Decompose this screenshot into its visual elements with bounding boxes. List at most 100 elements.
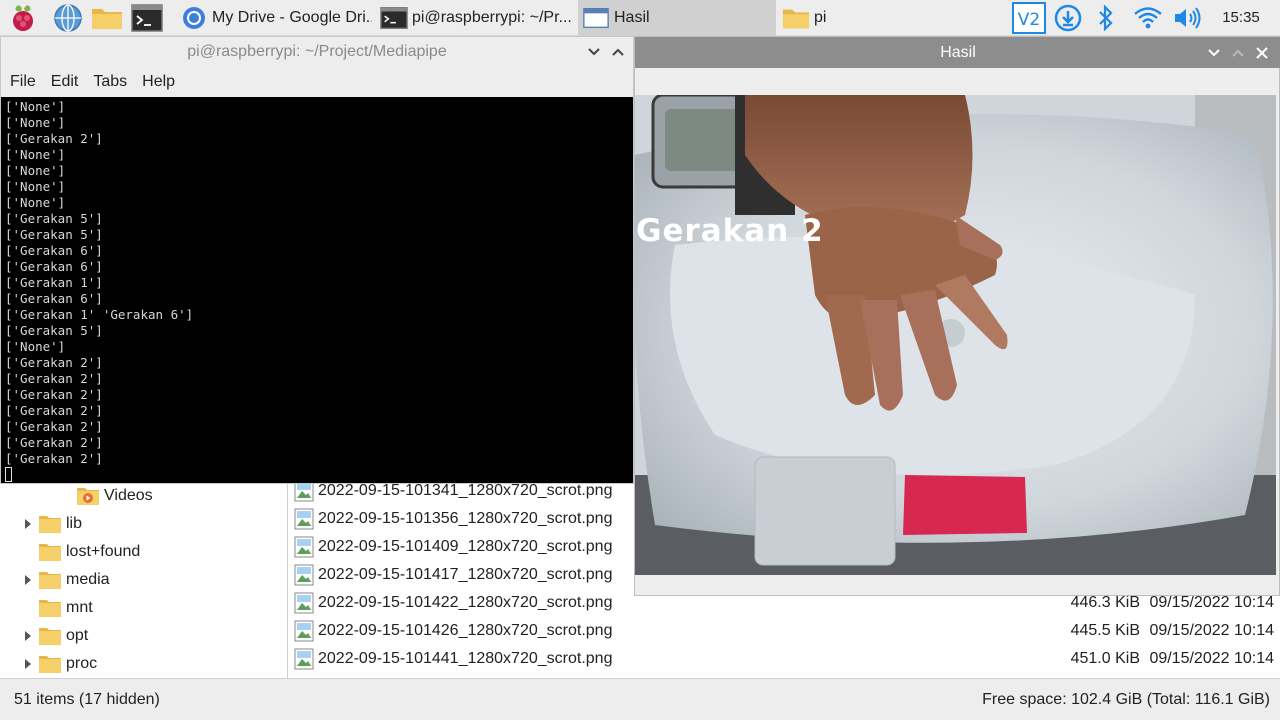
terminal-line: ['Gerakan 2']	[5, 403, 103, 418]
videos-folder-icon	[77, 488, 99, 505]
file-name: 2022-09-15-101441_1280x720_scrot.png	[318, 650, 613, 667]
folder-icon	[39, 544, 61, 561]
window-icon	[583, 7, 609, 29]
task-label: Hasil	[614, 9, 650, 26]
tree-item-opt[interactable]: opt	[0, 622, 280, 650]
folder-icon	[39, 656, 61, 673]
file-name: 2022-09-15-101409_1280x720_scrot.png	[318, 538, 613, 555]
tree-item-label: mnt	[66, 599, 93, 616]
menu-file[interactable]: File	[10, 73, 36, 91]
terminal-line: ['Gerakan 2']	[5, 387, 103, 402]
hasil-window: Hasil Gerakan 2	[634, 36, 1280, 596]
file-name: 2022-09-15-101426_1280x720_scrot.png	[318, 622, 613, 639]
task-chromium[interactable]: My Drive - Google Dri...	[176, 0, 372, 36]
expand-arrow-icon[interactable]	[24, 622, 34, 650]
terminal-line: ['None']	[5, 163, 66, 178]
list-item[interactable]: 2022-09-15-101441_1280x720_scrot.png 451…	[290, 645, 1280, 673]
terminal-window: pi@raspberrypi: ~/Project/Mediapipe File…	[0, 36, 634, 484]
file-name: 2022-09-15-101341_1280x720_scrot.png	[318, 484, 613, 499]
tree-item-videos[interactable]: Videos	[76, 482, 153, 510]
terminal-icon	[380, 7, 408, 29]
bluetooth-icon[interactable]	[1092, 2, 1120, 34]
terminal-line: ['Gerakan 5']	[5, 227, 103, 242]
image-file-icon	[294, 536, 314, 558]
terminal-cursor	[5, 467, 12, 482]
expand-arrow-icon[interactable]	[24, 566, 34, 594]
wifi-icon[interactable]	[1130, 2, 1166, 34]
image-file-icon	[294, 620, 314, 642]
minimize-button[interactable]	[1205, 44, 1223, 62]
tree-item-lost-found[interactable]: lost+found	[0, 538, 280, 566]
task-hasil[interactable]: Hasil	[578, 0, 776, 36]
terminal-line: ['None']	[5, 195, 66, 210]
expand-arrow-icon[interactable]	[24, 510, 34, 538]
tree-item-label: media	[66, 571, 110, 588]
image-toolbar	[635, 68, 1279, 95]
folder-icon	[39, 600, 61, 617]
tree-item-lib[interactable]: lib	[0, 510, 280, 538]
tree-item-mnt[interactable]: mnt	[0, 594, 280, 622]
terminal-line: ['Gerakan 2']	[5, 131, 103, 146]
close-icon	[1256, 47, 1268, 59]
web-browser-icon[interactable]	[51, 2, 85, 34]
minimize-button[interactable]	[585, 43, 603, 61]
vnc-icon[interactable]: V2	[1011, 2, 1047, 34]
maximize-button[interactable]	[1229, 44, 1247, 62]
file-name: 2022-09-15-101422_1280x720_scrot.png	[318, 594, 613, 611]
window-title[interactable]: Hasil	[635, 37, 1280, 68]
folder-icon	[782, 9, 810, 29]
volume-icon[interactable]	[1172, 2, 1204, 34]
tree-item-proc[interactable]: proc	[0, 650, 280, 678]
folder-tree: Videos lib lost+found media mnt opt proc	[0, 484, 288, 678]
terminal-output[interactable]: ['None'] ['None'] ['Gerakan 2'] ['None'] ['N…	[1, 97, 633, 483]
raspberry-menu-icon[interactable]	[6, 2, 40, 34]
task-label: My Drive - Google Dri...	[212, 9, 372, 26]
terminal-line: ['None']	[5, 339, 66, 354]
terminal-line: ['Gerakan 1' 'Gerakan 6']	[5, 307, 194, 322]
file-size: 446.3 KiB	[1070, 594, 1140, 611]
terminal-line: ['None']	[5, 99, 66, 114]
file-name: 2022-09-15-101356_1280x720_scrot.png	[318, 510, 613, 527]
folder-icon	[39, 516, 61, 533]
menu-tabs[interactable]: Tabs	[93, 73, 127, 91]
list-item[interactable]: 2022-09-15-101426_1280x720_scrot.png 445…	[290, 617, 1280, 645]
gesture-label: Gerakan 2	[636, 213, 824, 249]
task-pi-folder[interactable]: pi	[778, 0, 978, 36]
svg-text:V2: V2	[1018, 10, 1040, 30]
clock[interactable]: 15:35	[1214, 0, 1268, 36]
item-count: 51 items (17 hidden)	[14, 691, 160, 708]
file-name: 2022-09-15-101417_1280x720_scrot.png	[318, 566, 613, 583]
maximize-button[interactable]	[609, 43, 627, 61]
file-manager-icon[interactable]	[90, 2, 124, 34]
download-icon[interactable]	[1052, 2, 1084, 34]
chevron-up-icon	[1232, 49, 1244, 57]
menu-help[interactable]: Help	[142, 73, 175, 91]
tree-item-label: proc	[66, 655, 98, 672]
terminal-line: ['Gerakan 1']	[5, 275, 103, 290]
chevron-down-icon	[1208, 49, 1220, 57]
chromium-icon	[183, 7, 205, 29]
tree-item-media[interactable]: media	[0, 566, 280, 594]
window-title[interactable]: pi@raspberrypi: ~/Project/Mediapipe	[1, 37, 633, 67]
terminal-line: ['Gerakan 6']	[5, 243, 103, 258]
menu-edit[interactable]: Edit	[51, 73, 79, 91]
image-file-icon	[294, 484, 314, 502]
free-space: Free space: 102.4 GiB (Total: 116.1 GiB)	[982, 691, 1270, 708]
file-date: 09/15/2022 10:14	[1149, 650, 1274, 667]
terminal-icon[interactable]	[130, 2, 164, 34]
expand-arrow-icon[interactable]	[24, 650, 34, 678]
status-bar: 51 items (17 hidden) Free space: 102.4 G…	[0, 678, 1280, 720]
tree-item-label: lib	[66, 515, 83, 532]
tree-item-label: Videos	[104, 487, 153, 504]
terminal-line: ['Gerakan 2']	[5, 451, 103, 466]
file-date: 09/15/2022 10:14	[1149, 622, 1274, 639]
file-size: 445.5 KiB	[1070, 622, 1140, 639]
terminal-line: ['Gerakan 6']	[5, 291, 103, 306]
terminal-line: ['Gerakan 2']	[5, 371, 103, 386]
terminal-line: ['None']	[5, 179, 66, 194]
menu-bar: File Edit Tabs Help	[1, 67, 633, 97]
image-file-icon	[294, 648, 314, 670]
task-terminal[interactable]: pi@raspberrypi: ~/Pr...	[376, 0, 576, 36]
image-file-icon	[294, 508, 314, 530]
close-button[interactable]	[1253, 44, 1271, 62]
